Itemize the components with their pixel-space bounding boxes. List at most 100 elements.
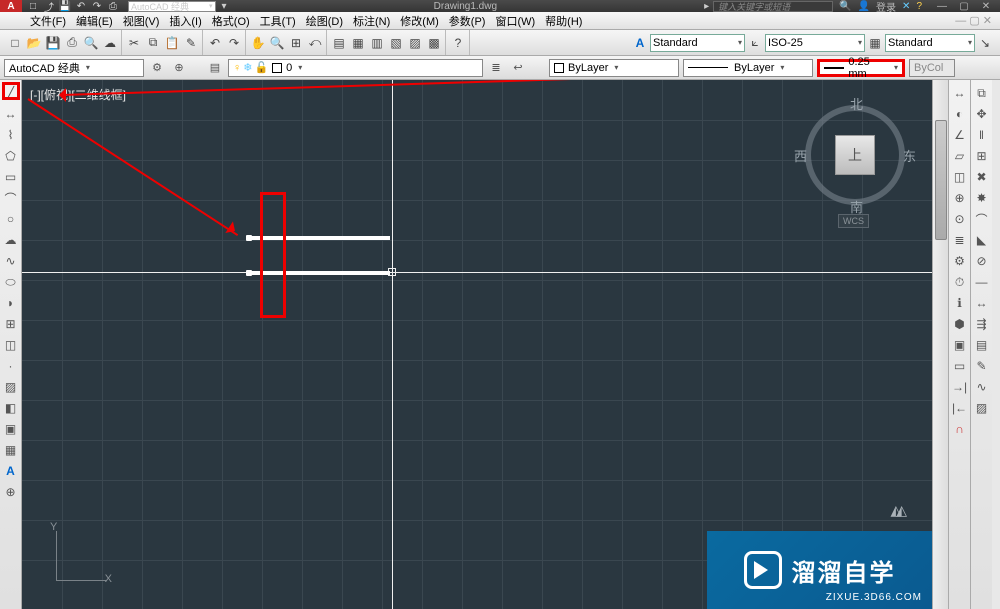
spline-tool-icon[interactable]: ∿: [2, 252, 20, 270]
menu-modify[interactable]: 修改(M): [396, 12, 443, 30]
pedit-tool-icon[interactable]: ✎: [973, 357, 991, 375]
properties-icon[interactable]: ▤: [330, 34, 348, 52]
zoom-window-icon[interactable]: ⊞: [287, 34, 305, 52]
erase-tool-icon[interactable]: ✖: [973, 168, 991, 186]
drawing-canvas[interactable]: /*placeholder*/ [-][俯视][二维线框]: [22, 80, 932, 609]
radius-icon[interactable]: ◐: [951, 105, 969, 123]
scrollbar-thumb[interactable]: [935, 120, 947, 240]
help-icon[interactable]: ?: [916, 1, 922, 12]
pline-tool-icon[interactable]: ⌇: [2, 126, 20, 144]
textstyle-icon[interactable]: A: [631, 34, 649, 52]
extend-icon[interactable]: →|: [951, 378, 969, 396]
help-search-input[interactable]: 键入关键字或短语: [713, 1, 833, 12]
rect-tool-icon[interactable]: ▭: [2, 168, 20, 186]
polygon-tool-icon[interactable]: ⬠: [2, 147, 20, 165]
block-tool-icon[interactable]: ◫: [2, 336, 20, 354]
dimstyle-icon[interactable]: ⟀: [746, 34, 764, 52]
new-icon[interactable]: □: [6, 34, 24, 52]
menu-edit[interactable]: 编辑(E): [72, 12, 117, 30]
viewcube-west[interactable]: 西: [794, 146, 807, 165]
maximize-button[interactable]: ▢: [956, 1, 972, 12]
fillet-tool-icon[interactable]: ⌒: [973, 210, 991, 228]
login-link[interactable]: 登录: [876, 0, 896, 14]
break-tool-icon[interactable]: ⊘: [973, 252, 991, 270]
menu-window[interactable]: 窗口(W): [491, 12, 539, 30]
angle-icon[interactable]: ∠: [951, 126, 969, 144]
gradient-tool-icon[interactable]: ◧: [2, 399, 20, 417]
qat-undo-icon[interactable]: ↶: [74, 0, 88, 12]
menu-format[interactable]: 格式(O): [208, 12, 254, 30]
exchange-icon[interactable]: ✕: [902, 1, 910, 12]
arc-tool-icon[interactable]: ⌒: [2, 189, 20, 207]
matchprop-icon[interactable]: ✎: [182, 34, 200, 52]
user-icon[interactable]: 👤: [858, 1, 870, 12]
qat-new-icon[interactable]: □: [26, 0, 40, 12]
viewcube[interactable]: 上 北 南 东 西 WCS: [800, 100, 910, 210]
dcenter-icon[interactable]: ▦: [349, 34, 367, 52]
menu-tools[interactable]: 工具(T): [256, 12, 300, 30]
massprop-icon[interactable]: ⬢: [951, 315, 969, 333]
open-icon[interactable]: 📂: [25, 34, 43, 52]
align-tool-icon[interactable]: ⇶: [973, 315, 991, 333]
circle-tool-icon[interactable]: ○: [2, 210, 20, 228]
splinedit-tool-icon[interactable]: ∿: [973, 378, 991, 396]
menu-help[interactable]: 帮助(H): [541, 12, 586, 30]
region2-icon[interactable]: ▣: [951, 336, 969, 354]
vertical-scrollbar[interactable]: [932, 80, 948, 609]
qat-save-icon[interactable]: 💾: [58, 0, 72, 12]
move-tool-icon[interactable]: ✥: [973, 105, 991, 123]
zoom-prev-icon[interactable]: ⤺: [306, 34, 324, 52]
minimize-button[interactable]: —: [934, 1, 950, 12]
menu-param[interactable]: 参数(P): [445, 12, 490, 30]
toolpalettes-icon[interactable]: ▥: [368, 34, 386, 52]
layer-prev-icon[interactable]: ↩: [509, 59, 527, 77]
trim-icon[interactable]: |←: [951, 399, 969, 417]
menu-insert[interactable]: 插入(I): [165, 12, 205, 30]
save-icon[interactable]: 💾: [44, 34, 62, 52]
doc-minimize-button[interactable]: — ▢ ✕: [951, 13, 996, 28]
workspace-select[interactable]: AutoCAD 经典▾: [4, 59, 144, 77]
hatch-tool-icon[interactable]: ▨: [2, 378, 20, 396]
viewcube-top-face[interactable]: 上: [835, 135, 875, 175]
ellipse-tool-icon[interactable]: ⬭: [2, 273, 20, 291]
copy-tool-icon[interactable]: ⧉: [973, 84, 991, 102]
menu-file[interactable]: 文件(F): [26, 12, 70, 30]
multileader-icon[interactable]: ↘: [976, 34, 994, 52]
cut-icon[interactable]: ✂: [125, 34, 143, 52]
viewcube-east[interactable]: 东: [903, 146, 916, 165]
region-tool-icon[interactable]: ▣: [2, 420, 20, 438]
offset-tool-icon[interactable]: ‖: [973, 126, 991, 144]
magnet-icon[interactable]: ∩: [951, 420, 969, 438]
area-icon[interactable]: ▱: [951, 147, 969, 165]
publish-icon[interactable]: ☁: [101, 34, 119, 52]
point-tool-icon[interactable]: ·: [2, 357, 20, 375]
color-select[interactable]: ByLayer▾: [549, 59, 679, 77]
layer-manager-icon[interactable]: ▤: [206, 59, 224, 77]
xline-tool-icon[interactable]: ↔: [2, 105, 20, 123]
search-icon[interactable]: 🔍: [839, 1, 851, 12]
array-tool-icon[interactable]: ⊞: [973, 147, 991, 165]
ellipsearc-tool-icon[interactable]: ◗: [2, 294, 20, 312]
list-icon[interactable]: ≣: [951, 231, 969, 249]
paste-icon[interactable]: 📋: [163, 34, 181, 52]
navbar-collapsed-icon[interactable]: ◭◭: [890, 502, 902, 519]
quick-icon[interactable]: ⊕: [951, 189, 969, 207]
menu-view[interactable]: 视图(V): [119, 12, 164, 30]
undo-icon[interactable]: ↶: [206, 34, 224, 52]
markup-icon[interactable]: ▨: [406, 34, 424, 52]
join-tool-icon[interactable]: ―: [973, 273, 991, 291]
menu-dimension[interactable]: 标注(N): [349, 12, 394, 30]
hatchedit-tool-icon[interactable]: ▨: [973, 399, 991, 417]
qat-print-icon[interactable]: ⎙: [106, 0, 120, 12]
lengthen-tool-icon[interactable]: ↔: [973, 294, 991, 312]
revcloud-tool-icon[interactable]: ☁: [2, 231, 20, 249]
layer-select[interactable]: ♀ ❄ 🔓 0 ▾: [228, 59, 483, 77]
pan-icon[interactable]: ✋: [249, 34, 267, 52]
workspace-save-icon[interactable]: ⊕: [170, 59, 188, 77]
textstyle-select[interactable]: Standard▾: [650, 34, 745, 52]
volume-icon[interactable]: ◫: [951, 168, 969, 186]
mtext-tool-icon[interactable]: A: [2, 462, 20, 480]
qat-redo-icon[interactable]: ↷: [90, 0, 104, 12]
print-icon[interactable]: ⎙: [63, 34, 81, 52]
sheetset-icon[interactable]: ▧: [387, 34, 405, 52]
